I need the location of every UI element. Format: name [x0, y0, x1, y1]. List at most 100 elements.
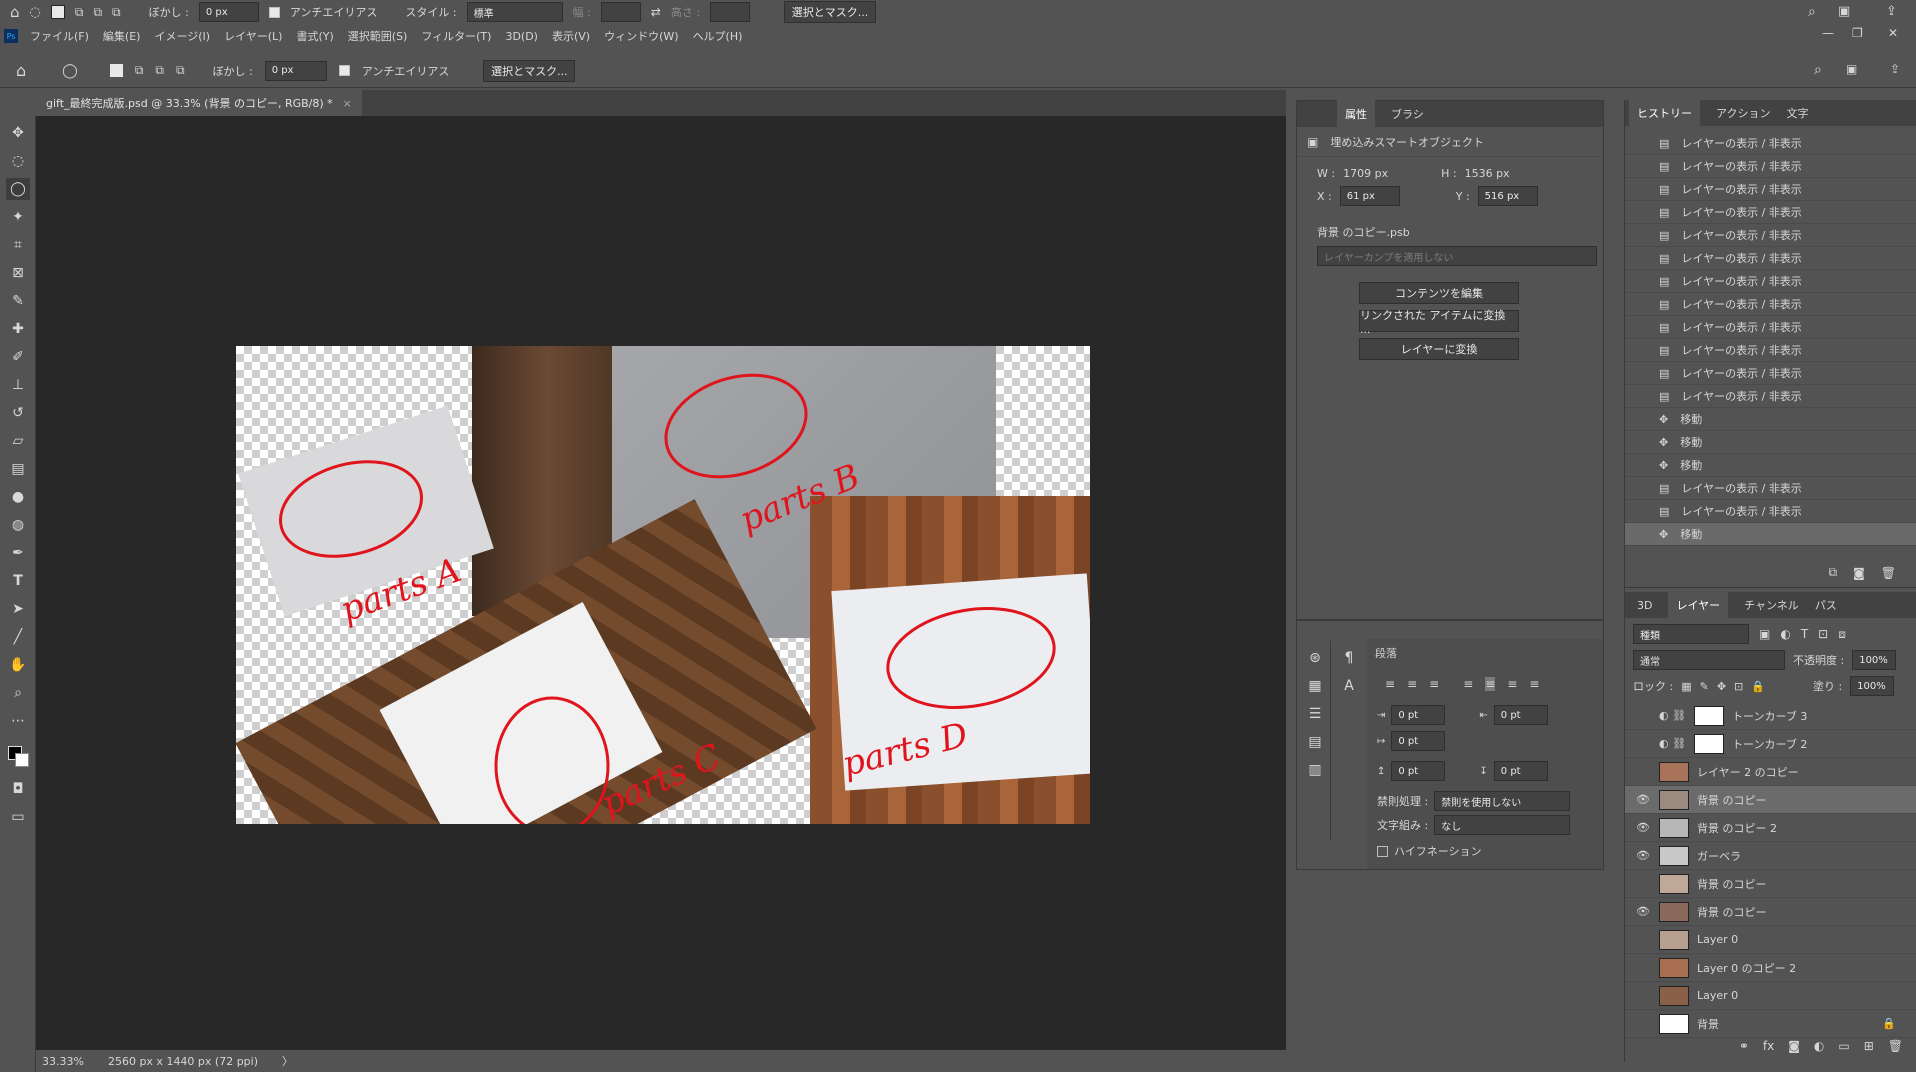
hyphenation-checkbox[interactable] — [1377, 845, 1388, 857]
justify-right-icon[interactable]: ≡ — [1507, 677, 1517, 691]
h-value[interactable]: 1536 px — [1465, 167, 1510, 180]
table-icon[interactable]: ▦ — [1303, 675, 1327, 697]
visibility-eye-icon[interactable]: 👁 — [1635, 849, 1651, 862]
paragraph-icon[interactable]: ¶ — [1337, 647, 1361, 669]
x-input[interactable]: 61 px — [1339, 186, 1400, 206]
indent-left-input[interactable]: 0 pt — [1391, 705, 1446, 725]
stamp-tool-icon[interactable]: ⊥ — [6, 374, 30, 396]
new-layer-icon[interactable]: ⊞ — [1864, 1039, 1874, 1053]
new-group-icon[interactable]: ▭ — [1838, 1039, 1849, 1053]
filter-shape-icon[interactable]: ⊡ — [1818, 627, 1828, 641]
doc-icon[interactable]: ▤ — [1303, 731, 1327, 753]
close-tab-icon[interactable]: × — [343, 97, 352, 110]
justify-center-icon[interactable]: ≡ — [1485, 677, 1496, 691]
lasso-tool-icon[interactable]: ◯ — [62, 63, 78, 79]
layer-filter-select[interactable]: 種類 — [1633, 624, 1749, 644]
add-selection-icon[interactable]: ⧉ — [75, 5, 84, 20]
align-right-icon[interactable]: ≡ — [1429, 677, 1439, 691]
menu-layer[interactable]: レイヤー(L) — [224, 28, 282, 44]
menu-image[interactable]: イメージ(I) — [154, 28, 210, 44]
lasso-tool-icon[interactable]: ◯ — [6, 178, 30, 200]
lock-artboard-icon[interactable]: ⊡ — [1734, 680, 1743, 693]
menu-file[interactable]: ファイル(F) — [30, 28, 89, 44]
tab-character[interactable]: 文字 — [1786, 105, 1808, 121]
mojigumi-select[interactable]: なし — [1434, 815, 1571, 835]
dodge-tool-icon[interactable]: ◍ — [6, 514, 30, 536]
menu-type[interactable]: 書式(Y) — [296, 28, 333, 44]
antialias-checkbox[interactable] — [338, 65, 350, 76]
minimize-icon[interactable]: — — [1822, 26, 1834, 40]
3d-icon[interactable]: ⊛ — [1303, 647, 1327, 669]
line-tool-icon[interactable]: ╱ — [6, 626, 30, 648]
zoom-tool-icon[interactable]: ⌕ — [6, 682, 30, 704]
healing-brush-icon[interactable]: ✚ — [6, 318, 30, 340]
crop-tool-icon[interactable]: ⌗ — [6, 234, 30, 256]
convert-to-layers-button[interactable]: レイヤーに変換 — [1359, 338, 1519, 360]
workspace-icon[interactable]: ▣ — [1838, 4, 1850, 19]
blend-mode-select[interactable]: 通常 — [1633, 650, 1785, 670]
history-item[interactable]: ✥ 移動 — [1625, 431, 1916, 454]
history-item[interactable]: ✥ 移動 — [1625, 523, 1916, 546]
search-icon[interactable]: ⌕ — [1808, 4, 1816, 20]
menu-edit[interactable]: 編集(E) — [103, 28, 141, 44]
status-arrow-icon[interactable]: 〉 — [282, 1053, 293, 1069]
w-value[interactable]: 1709 px — [1343, 167, 1433, 180]
convert-to-linked-button[interactable]: リンクされた アイテムに変換 ... — [1359, 309, 1519, 336]
notes-icon[interactable]: ▥ — [1303, 759, 1327, 781]
history-item[interactable]: ▤ レイヤーの表示 / 非表示 — [1625, 385, 1916, 408]
tab-paths[interactable]: パス — [1815, 597, 1837, 613]
history-item[interactable]: ▤ レイヤーの表示 / 非表示 — [1625, 477, 1916, 500]
delete-layer-icon[interactable]: 🗑 — [1888, 1039, 1903, 1053]
people-icon[interactable]: ☰ — [1303, 703, 1327, 725]
filter-type-icon[interactable]: T — [1801, 627, 1808, 641]
history-item[interactable]: ▤ レイヤーの表示 / 非表示 — [1625, 247, 1916, 270]
layer-row[interactable]: Layer 0 — [1625, 982, 1916, 1010]
space-before-input[interactable]: 0 pt — [1391, 761, 1446, 781]
y-input[interactable]: 516 px — [1477, 186, 1538, 206]
blur-tool-icon[interactable]: ● — [6, 486, 30, 508]
fx-icon[interactable]: fx — [1763, 1039, 1774, 1053]
tab-channels[interactable]: チャンネル — [1744, 597, 1799, 613]
align-center-icon[interactable]: ≡ — [1407, 677, 1417, 691]
layer-row[interactable]: ◐ ⛓ トーンカーブ 3 — [1625, 702, 1916, 730]
align-left-icon[interactable]: ≡ — [1385, 677, 1395, 691]
layer-row[interactable]: Layer 0 — [1625, 926, 1916, 954]
eyedropper-icon[interactable]: ✎ — [6, 290, 30, 312]
history-item[interactable]: ▤ レイヤーの表示 / 非表示 — [1625, 178, 1916, 201]
history-item[interactable]: ✥ 移動 — [1625, 408, 1916, 431]
filter-pixel-icon[interactable]: ▣ — [1759, 627, 1770, 641]
history-item[interactable]: ▤ レイヤーの表示 / 非表示 — [1625, 293, 1916, 316]
blur-input[interactable]: 0 px — [198, 2, 259, 22]
link-layers-icon[interactable]: ⚭ — [1739, 1039, 1749, 1053]
intersect-selection-icon[interactable]: ⧉ — [112, 5, 121, 20]
frame-tool-icon[interactable]: ⊠ — [6, 262, 30, 284]
subtract-selection-icon[interactable]: ⧉ — [155, 63, 164, 78]
add-mask-icon[interactable]: ◙ — [1788, 1039, 1800, 1053]
type-tool-icon[interactable]: T — [6, 570, 30, 592]
menu-select[interactable]: 選択範囲(S) — [348, 28, 408, 44]
lock-paint-icon[interactable]: ✎ — [1700, 680, 1709, 693]
more-tools-icon[interactable]: ⋯ — [6, 710, 30, 732]
search-icon[interactable]: ⌕ — [1814, 62, 1822, 78]
lock-position-icon[interactable]: ✥ — [1717, 680, 1726, 693]
layer-row[interactable]: 👁 ガーベラ — [1625, 842, 1916, 870]
layer-row[interactable]: 背景 のコピー — [1625, 870, 1916, 898]
character-icon[interactable]: A — [1337, 675, 1361, 697]
gradient-icon[interactable]: ▤ — [6, 458, 30, 480]
menu-3d[interactable]: 3D(D) — [505, 30, 538, 43]
trash-icon[interactable]: 🗑 — [1881, 566, 1896, 580]
document-tab[interactable]: gift_最終完成版.psd @ 33.3% (背景 のコピー, RGB/8) … — [36, 90, 362, 116]
new-selection-icon[interactable] — [109, 64, 123, 77]
justify-left-icon[interactable]: ≡ — [1463, 677, 1473, 691]
select-and-mask-button[interactable]: 選択とマスク... — [784, 1, 877, 23]
visibility-eye-icon[interactable]: 👁 — [1635, 905, 1651, 918]
tab-actions[interactable]: アクション — [1716, 105, 1770, 121]
history-item[interactable]: ▤ レイヤーの表示 / 非表示 — [1625, 270, 1916, 293]
height-input[interactable] — [710, 2, 751, 22]
layer-comp-select[interactable]: レイヤーカンプを適用しない — [1317, 246, 1597, 266]
history-item[interactable]: ▤ レイヤーの表示 / 非表示 — [1625, 316, 1916, 339]
select-and-mask-button[interactable]: 選択とマスク... — [483, 59, 576, 82]
zoom-level[interactable]: 33.33% — [42, 1055, 84, 1068]
style-select[interactable]: 標準 — [466, 2, 563, 22]
home-icon[interactable]: ⌂ — [10, 3, 20, 21]
